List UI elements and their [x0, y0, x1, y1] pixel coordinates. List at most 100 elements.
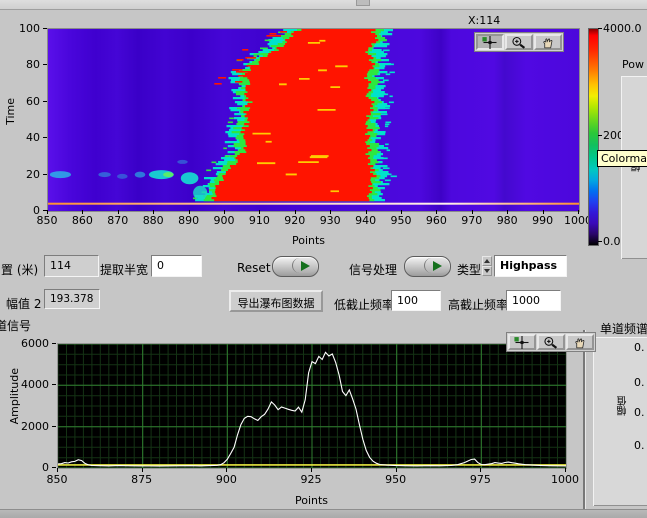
- tick-mark: [507, 210, 508, 214]
- tick-mark: [598, 28, 602, 29]
- toggle-arrow-icon: [433, 261, 442, 271]
- right-bottom-panel-side-label: 幅值: [616, 396, 631, 416]
- tick-mark: [472, 210, 473, 214]
- signal-processing-toggle-knob: [424, 258, 449, 273]
- position-label: 置 (米): [1, 261, 38, 278]
- x-tick-label: 940: [355, 214, 376, 227]
- tick-mark: [295, 210, 296, 214]
- cursor-readout: X:114: [468, 14, 500, 27]
- zoom-tool-button[interactable]: [537, 334, 565, 350]
- signal-processing-toggle[interactable]: [404, 256, 451, 277]
- colorbar-tick-label: 0.0: [603, 235, 621, 248]
- y-tick-label: 4000: [21, 378, 49, 391]
- pan-tool-button[interactable]: [566, 334, 594, 350]
- tick-mark: [226, 468, 227, 472]
- type-label: 类型: [457, 261, 481, 278]
- tick-mark: [47, 210, 48, 214]
- type-increment-button[interactable]: [482, 256, 492, 266]
- x-tick-label: 880: [143, 214, 164, 227]
- filter-type-combo[interactable]: Highpass: [494, 255, 567, 277]
- half-width-input[interactable]: 0: [151, 255, 202, 277]
- x-tick-label: 900: [216, 473, 237, 486]
- y-tick-label: 40: [26, 131, 40, 144]
- x-tick-label: 875: [131, 473, 152, 486]
- high-cutoff-input[interactable]: 1000: [506, 290, 561, 311]
- waterfall-x-axis: 8508608708808909009109209309409509609709…: [47, 210, 578, 230]
- half-width-label: 提取半宽: [100, 261, 148, 278]
- x-tick-label: 950: [385, 473, 406, 486]
- tick-mark: [259, 210, 260, 214]
- x-tick-label: 890: [178, 214, 199, 227]
- tick-mark: [396, 468, 397, 472]
- y-tick-label: 2000: [21, 420, 49, 433]
- signal-plot[interactable]: [57, 343, 567, 469]
- waterfall-plot[interactable]: [47, 28, 580, 212]
- signal-chart-canvas: [58, 344, 566, 468]
- cursor-tool-button[interactable]: [476, 34, 504, 50]
- tick-mark: [52, 467, 56, 468]
- export-waterfall-button[interactable]: 导出瀑布图数据: [229, 290, 323, 312]
- colorbar-tick-label: 4000.0: [603, 22, 642, 35]
- x-tick-label: 960: [426, 214, 447, 227]
- type-decrement-button[interactable]: [482, 266, 492, 276]
- crosshair-icon: [479, 36, 501, 49]
- right-top-panel-title: Pow: [622, 58, 644, 71]
- waterfall-x-axis-title: Points: [292, 234, 325, 247]
- low-cutoff-input[interactable]: 100: [391, 290, 441, 311]
- signal-x-axis-title: Points: [295, 494, 328, 507]
- signal-processing-label: 信号处理: [349, 261, 397, 278]
- waterfall-heatmap-canvas: [48, 29, 579, 211]
- labview-front-panel: Time 100806040200 X:114 8508608708808909…: [0, 0, 647, 518]
- tick-mark: [52, 343, 56, 344]
- pan-tool-button[interactable]: [534, 34, 562, 50]
- x-tick-label: 860: [72, 214, 93, 227]
- zoom-tool-button[interactable]: [505, 34, 533, 50]
- low-cutoff-label: 低截止频率: [334, 296, 394, 313]
- x-tick-label: 950: [391, 214, 412, 227]
- tick-mark: [224, 210, 225, 214]
- x-tick-label: 850: [47, 473, 68, 486]
- x-tick-label: 925: [301, 473, 322, 486]
- window-top-edge: [0, 0, 647, 10]
- tick-mark: [578, 210, 579, 214]
- x-tick-label: 920: [284, 214, 305, 227]
- reset-toggle[interactable]: [272, 256, 319, 277]
- tick-mark: [543, 210, 544, 214]
- window-top-notch: [356, 0, 370, 6]
- colormap-tooltip: Colormap: [597, 150, 647, 167]
- tick-mark: [565, 468, 566, 472]
- x-tick-label: 980: [497, 214, 518, 227]
- reset-label: Reset: [237, 261, 271, 275]
- down-arrow-icon: [484, 269, 490, 273]
- tick-mark: [57, 468, 58, 472]
- amplitude2-indicator: 193.378: [44, 289, 100, 309]
- amplitude2-label: 幅值 2: [6, 295, 41, 312]
- y-tick-label: 100: [19, 22, 40, 35]
- signal-x-axis: 8508759009259509751000: [57, 468, 565, 488]
- signal-chart-title: 道信号: [0, 317, 31, 334]
- tick-mark: [118, 210, 119, 214]
- x-tick-label: 900: [214, 214, 235, 227]
- up-arrow-icon: [484, 259, 490, 263]
- y-tick-label: 6000: [21, 337, 49, 350]
- y-tick-label: 80: [26, 58, 40, 71]
- cursor-tool-button[interactable]: [508, 334, 536, 350]
- waterfall-graph-palette: [474, 32, 564, 52]
- y-tick-label-partial: 0.: [634, 376, 645, 389]
- magnifier-icon: [508, 36, 530, 49]
- x-tick-label: 930: [320, 214, 341, 227]
- signal-y-axis: 6000400020000: [20, 343, 56, 467]
- x-tick-label: 970: [461, 214, 482, 227]
- tick-mark: [598, 241, 602, 242]
- y-tick-label: 60: [26, 95, 40, 108]
- hand-icon: [537, 36, 559, 49]
- y-tick-label: 20: [26, 168, 40, 181]
- tick-mark: [311, 468, 312, 472]
- signal-graph-palette: [506, 332, 596, 352]
- x-tick-label: 975: [470, 473, 491, 486]
- tick-mark: [82, 210, 83, 214]
- tick-mark: [401, 210, 402, 214]
- tick-mark: [330, 210, 331, 214]
- x-tick-label: 910: [249, 214, 270, 227]
- crosshair-icon: [511, 336, 533, 349]
